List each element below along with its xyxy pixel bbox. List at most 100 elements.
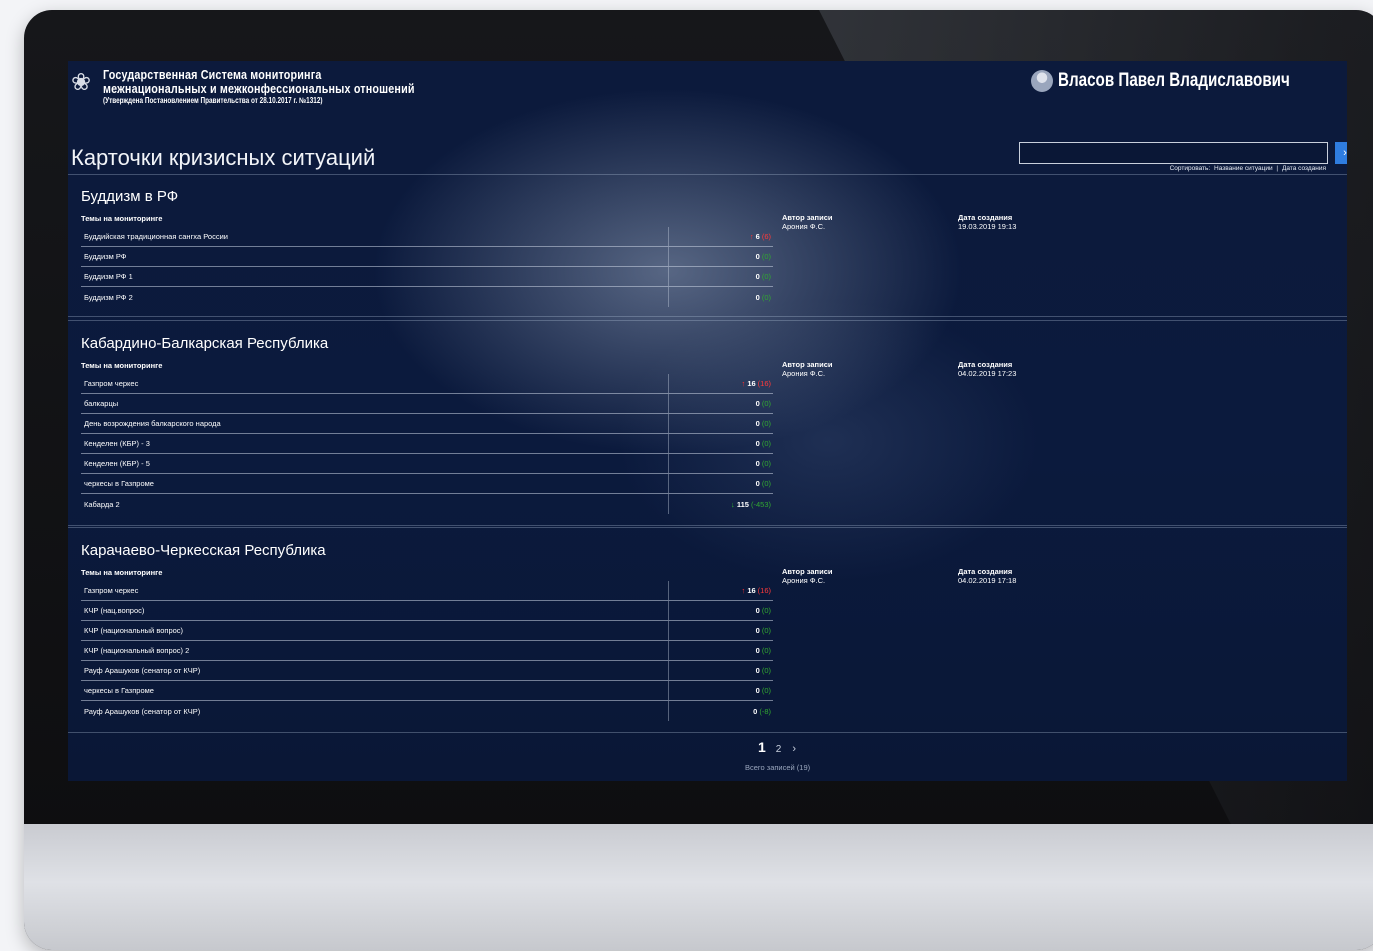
topic-count: 16 xyxy=(747,379,756,388)
topic-count: 0 xyxy=(755,399,760,408)
topic-value: 0 (0) xyxy=(756,419,771,428)
topic-row[interactable]: Буддизм РФ 0 (0) xyxy=(81,247,773,267)
topic-value: 0 (0) xyxy=(756,252,771,261)
column-divider xyxy=(668,581,669,600)
sort-options: Сортировать: Название ситуации | Дата со… xyxy=(1169,165,1327,172)
topic-row[interactable]: Кенделен (КБР) - 5 0 (0) xyxy=(81,454,773,474)
topic-delta: (0) xyxy=(761,626,771,635)
column-divider xyxy=(668,474,669,493)
topic-delta: (0) xyxy=(761,479,771,488)
chevron-right-icon[interactable]: › xyxy=(792,743,796,755)
topic-value: 0 (0) xyxy=(756,479,771,488)
topic-delta: (0) xyxy=(761,419,771,428)
topic-row[interactable]: Буддизм РФ 2 0 (0) xyxy=(81,287,773,307)
sort-by-name-link[interactable]: Название ситуации xyxy=(1214,165,1273,172)
column-divider xyxy=(668,661,669,680)
topic-delta: (0) xyxy=(761,399,771,408)
date-value: 04.02.2019 17:18 xyxy=(958,576,1017,585)
topic-name: КЧР (национальный вопрос) 2 xyxy=(84,646,190,655)
topics-header: Темы на мониторинге xyxy=(81,568,163,577)
topic-row[interactable]: Рауф Арашуков (сенатор от КЧР) 0 (-8) xyxy=(81,701,773,721)
topic-row[interactable]: КЧР (нац.вопрос) 0 (0) xyxy=(81,601,773,621)
topic-row[interactable]: КЧР (национальный вопрос) 0 (0) xyxy=(81,621,773,641)
author-value: Арония Ф.С. xyxy=(782,222,826,231)
topic-row[interactable]: Газпром черкес ↑ 16 (16) xyxy=(81,374,773,394)
date-value: 04.02.2019 17:23 xyxy=(958,369,1017,378)
column-divider xyxy=(668,227,669,246)
card-title[interactable]: Кабардино-Балкарская Республика xyxy=(81,335,328,352)
crisis-card[interactable]: Карачаево-Черкесская Республика Темы на м… xyxy=(68,527,1347,733)
topics-list: Газпром черкес ↑ 16 (16) балкарцы 0 (0) День в… xyxy=(81,374,773,514)
topic-count: 0 xyxy=(755,646,760,655)
topic-count: 16 xyxy=(747,586,756,595)
column-divider xyxy=(668,414,669,433)
author-label: Автор записи xyxy=(782,213,833,222)
topics-list: Буддийская традиционная сангха России ↑ 6… xyxy=(81,227,773,307)
topic-row[interactable]: КЧР (национальный вопрос) 2 0 (0) xyxy=(81,641,773,661)
topic-name: черкесы в Газпроме xyxy=(84,479,154,488)
topic-row[interactable]: черкесы в Газпроме 0 (0) xyxy=(81,681,773,701)
author-label: Автор записи xyxy=(782,360,833,369)
page-2-link[interactable]: 2 xyxy=(776,744,782,755)
column-divider xyxy=(668,287,669,307)
column-divider xyxy=(668,681,669,700)
column-divider xyxy=(668,701,669,721)
crisis-card[interactable]: Кабардино-Балкарская Республика Темы на м… xyxy=(68,320,1347,526)
topic-name: Кабарда 2 xyxy=(84,499,120,509)
sort-by-date-link[interactable]: Дата создания xyxy=(1282,165,1326,172)
crisis-card[interactable]: Буддизм в РФ Темы на мониторинге Автор зап… xyxy=(68,174,1347,317)
column-divider xyxy=(668,394,669,413)
topic-row[interactable]: Кабарда 2 ↓ 115 (-453) xyxy=(81,494,773,514)
card-title[interactable]: Буддизм в РФ xyxy=(81,188,178,205)
topic-row[interactable]: балкарцы 0 (0) xyxy=(81,394,773,414)
topic-delta: (0) xyxy=(761,292,771,302)
topic-row[interactable]: Буддийская традиционная сангха России ↑ 6… xyxy=(81,227,773,247)
topic-value: ↑ 6 (6) xyxy=(750,232,771,241)
topic-row[interactable]: Буддизм РФ 1 0 (0) xyxy=(81,267,773,287)
topic-name: Рауф Арашуков (сенатор от КЧР) xyxy=(84,666,201,675)
topic-name: черкесы в Газпроме xyxy=(84,686,154,695)
author-label: Автор записи xyxy=(782,567,833,576)
topic-count: 6 xyxy=(755,232,760,241)
column-divider xyxy=(668,374,669,393)
page-current[interactable]: 1 xyxy=(758,739,766,755)
topic-count: 115 xyxy=(736,499,749,509)
topics-header: Темы на мониторинге xyxy=(81,361,163,370)
topic-count: 0 xyxy=(755,252,760,261)
topic-count: 0 xyxy=(755,272,760,281)
brand-block[interactable]: Государственная Система мониторинга межн… xyxy=(103,69,465,105)
column-divider xyxy=(668,621,669,640)
topic-row[interactable]: Кенделен (КБР) - 3 0 (0) xyxy=(81,434,773,454)
topic-value: 0 (0) xyxy=(756,626,771,635)
topic-delta: (0) xyxy=(761,439,771,448)
topic-value: ↑ 16 (16) xyxy=(741,586,771,595)
topic-delta: (0) xyxy=(761,272,771,281)
topic-value: 0 (0) xyxy=(756,439,771,448)
search-input[interactable] xyxy=(1019,142,1328,164)
search-button[interactable]: › xyxy=(1335,142,1347,164)
author-value: Арония Ф.С. xyxy=(782,576,826,585)
topic-value: 0 (0) xyxy=(756,666,771,675)
sort-label: Сортировать: xyxy=(1169,165,1211,172)
topic-value: 0 (0) xyxy=(756,646,771,655)
topic-row[interactable]: День возрождения балкарского народа 0 (0) xyxy=(81,414,773,434)
topic-value: 0 (0) xyxy=(756,293,771,302)
topic-row[interactable]: черкесы в Газпроме 0 (0) xyxy=(81,474,773,494)
topic-delta: (0) xyxy=(761,252,771,261)
author-value: Арония Ф.С. xyxy=(782,369,826,378)
topic-delta: (0) xyxy=(761,646,771,655)
topic-value: 0 (-8) xyxy=(753,707,771,716)
topic-count: 0 xyxy=(755,439,760,448)
card-title[interactable]: Карачаево-Черкесская Республика xyxy=(81,542,326,559)
topic-delta: (-8) xyxy=(759,706,771,716)
topic-row[interactable]: Рауф Арашуков (сенатор от КЧР) 0 (0) xyxy=(81,661,773,681)
topic-row[interactable]: Газпром черкес ↑ 16 (16) xyxy=(81,581,773,601)
topic-name: День возрождения балкарского народа xyxy=(84,419,221,428)
user-menu[interactable]: Власов Павел Владиславович xyxy=(1031,70,1347,92)
topic-name: Буддизм РФ 2 xyxy=(84,292,133,302)
topic-value: ↑ 16 (16) xyxy=(741,379,771,388)
user-avatar-icon xyxy=(1031,70,1053,92)
topic-delta: (16) xyxy=(757,586,771,595)
date-value: 19.03.2019 19:13 xyxy=(958,222,1017,231)
topic-name: Газпром черкес xyxy=(84,379,139,388)
